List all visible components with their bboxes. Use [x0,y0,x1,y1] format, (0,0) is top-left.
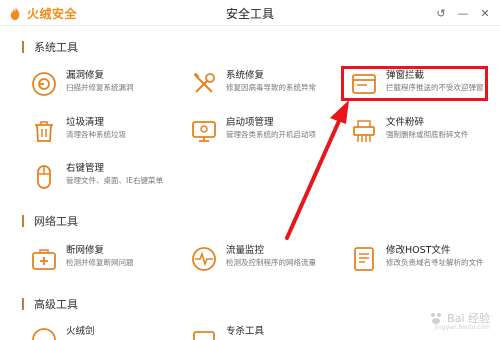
tool-name: 垃圾清理 [66,117,105,128]
tool-sys-repair[interactable]: 系统修复 修复因病毒导致的系统异常 [190,70,316,98]
tool-desc: 管理各类系统的开机启动项 [226,130,316,139]
close-icon[interactable]: ✕ [476,4,494,22]
tool-name: 流量监控 [226,245,265,256]
tool-name: 修改HOST文件 [386,245,451,256]
sword-icon [32,328,56,340]
section-bar [22,215,24,227]
tool-vuln-repair[interactable]: 漏洞修复 扫描并修复系统漏洞 [30,70,134,98]
section-system-tools: 系统工具 [22,39,78,55]
section-title: 高级工具 [34,298,78,311]
paw-logo-icon [431,313,442,324]
vuln-repair-icon [32,72,56,96]
tool-desc: 强制删除或彻底粉碎文件 [386,130,469,139]
tool-name: 文件粉碎 [386,117,425,128]
minimize-icon[interactable]: — [454,4,472,22]
tool-name: 启动项管理 [226,117,274,128]
section-title: 网络工具 [34,215,78,228]
tool-junk-clean[interactable]: 垃圾清理 清理各种系统垃圾 [30,117,126,145]
tool-desc: 检测及控制程序的网络流量 [226,258,316,267]
document-icon [354,247,374,271]
section-bar [22,41,24,53]
pulse-monitor-icon [192,247,216,271]
section-network-tools: 网络工具 [22,213,78,229]
tool-name: 系统修复 [226,70,265,81]
title-bar: 火绒安全 安全工具 ↺ — ✕ [0,0,500,26]
tool-desc: 修改负责域名寻址解析的文件 [386,258,484,267]
section-title: 系统工具 [34,41,78,54]
tool-kit-icon [193,331,215,340]
tool-desc: 修复因病毒导致的系统异常 [226,83,316,92]
tool-context-menu[interactable]: 右键管理 管理文件、桌面、IE右键菜单 [30,163,163,191]
monitor-icon [192,121,216,142]
tool-startup-mgr[interactable]: 启动项管理 管理各类系统的开机启动项 [190,117,316,145]
section-bar [22,298,24,310]
watermark: Bai 经验 jingyan.baidu.com [429,310,490,331]
tool-net-repair[interactable]: 断网修复 检测并修复断网问题 [30,245,134,273]
section-advanced-tools: 高级工具 [22,296,78,312]
tool-adv-2[interactable]: 专杀工具 [190,326,264,340]
tool-host-edit[interactable]: 修改HOST文件 修改负责域名寻址解析的文件 [350,245,484,273]
watermark-url: jingyan.baidu.com [434,324,490,331]
tool-name: 右键管理 [66,163,105,174]
shredder-icon [353,120,375,142]
tool-name: 火绒剑 [66,326,95,337]
tool-desc: 清理各种系统垃圾 [66,130,126,139]
tool-name: 断网修复 [66,245,105,256]
highlight-box [341,66,488,101]
window-controls: ↺ — ✕ [432,4,494,22]
tool-desc: 检测并修复断网问题 [66,258,134,267]
tool-traffic-mon[interactable]: 流量监控 检测及控制程序的网络流量 [190,245,316,273]
tool-desc: 扫描并修复系统漏洞 [66,83,134,92]
wrench-screwdriver-icon [193,72,215,93]
tool-name: 漏洞修复 [66,70,105,81]
back-icon[interactable]: ↺ [432,4,450,22]
tool-adv-1[interactable]: 火绒剑 [30,326,95,340]
window-title: 安全工具 [225,7,274,21]
first-aid-box-icon [32,249,56,270]
tool-name: 专杀工具 [226,326,265,337]
tool-file-shred[interactable]: 文件粉碎 强制删除或彻底粉碎文件 [350,117,469,145]
trash-icon [35,121,53,142]
tool-desc: 管理文件、桌面、IE右键菜单 [66,176,163,185]
mouse-icon [37,165,51,189]
